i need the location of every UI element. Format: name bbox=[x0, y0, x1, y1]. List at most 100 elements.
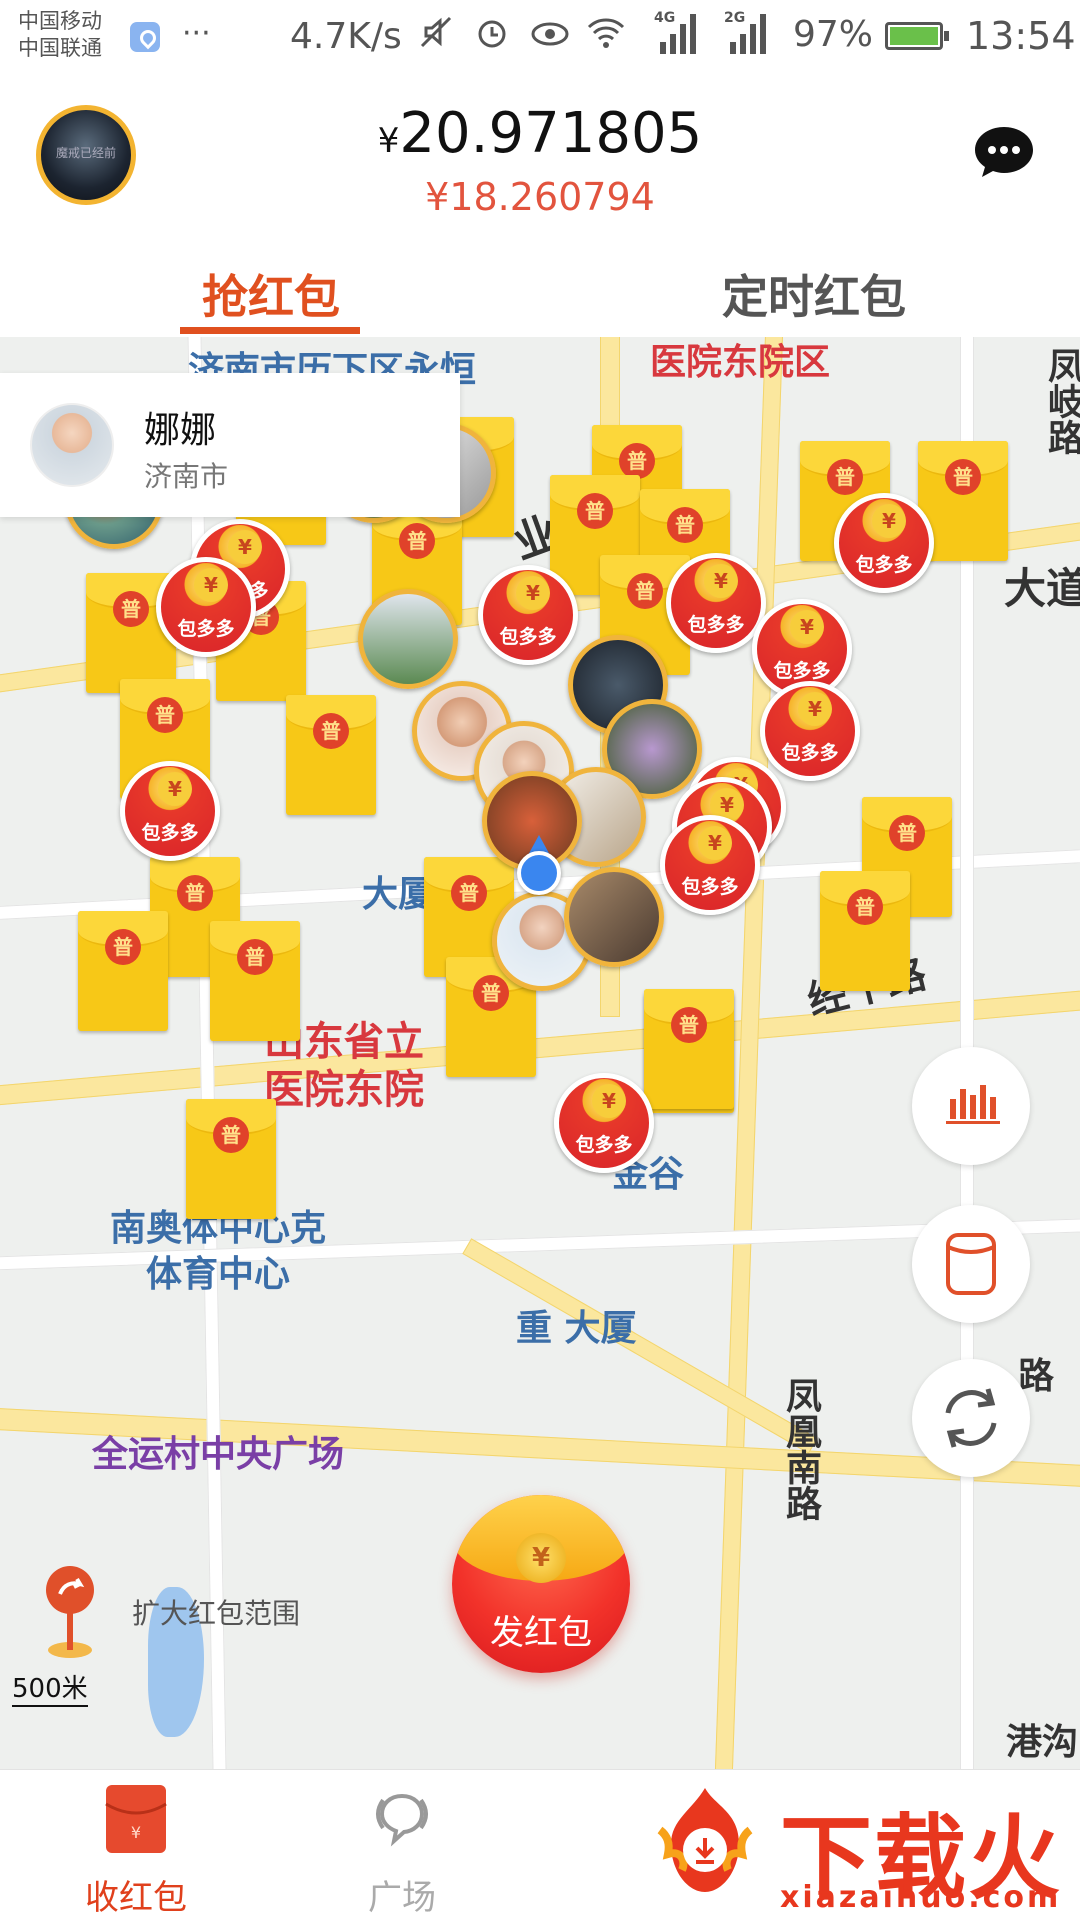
balance-value: 20.971805 bbox=[399, 101, 703, 166]
envelope-marker[interactable]: 普 bbox=[820, 871, 910, 991]
packet-marker[interactable]: ¥ 包多多 bbox=[666, 553, 766, 653]
nav-plaza[interactable]: 广场 bbox=[302, 1782, 502, 1919]
refresh-button[interactable] bbox=[912, 1359, 1030, 1477]
envelope-tag: 普 bbox=[667, 507, 703, 543]
packet-marker[interactable]: ¥ 包多多 bbox=[156, 557, 256, 657]
status-icons bbox=[418, 14, 625, 50]
coin-icon: ¥ bbox=[516, 576, 550, 610]
network-speed: 4.7K/s bbox=[290, 16, 402, 57]
packet-brand: 包多多 bbox=[773, 660, 831, 682]
send-button-label: 发红包 bbox=[490, 1613, 592, 1653]
envelope-marker[interactable]: 普 bbox=[78, 911, 168, 1031]
card-user-name: 娜娜 bbox=[144, 410, 217, 451]
send-red-packet-button[interactable]: ¥ 发红包 bbox=[452, 1495, 630, 1673]
envelope-tag: 普 bbox=[313, 713, 349, 749]
coin-icon: ¥ bbox=[872, 504, 906, 538]
signal-4g-icon: 4G bbox=[654, 10, 698, 54]
active-tab-indicator bbox=[180, 327, 360, 334]
packet-brand: 包多多 bbox=[177, 618, 235, 640]
cylinder-icon bbox=[946, 1233, 996, 1295]
clock: 13:54 bbox=[966, 14, 1076, 58]
layers-button[interactable] bbox=[912, 1205, 1030, 1323]
coin-icon: ¥ bbox=[194, 568, 228, 602]
coin-icon: ¥ bbox=[798, 692, 832, 726]
envelope-tag: 普 bbox=[619, 443, 655, 479]
speech-waves-icon bbox=[369, 1782, 435, 1856]
envelope-tag: 普 bbox=[889, 815, 925, 851]
packet-marker[interactable]: ¥ 包多多 bbox=[120, 761, 220, 861]
carrier-names: 中国移动 中国联通 bbox=[18, 8, 102, 62]
carrier-2: 中国联通 bbox=[18, 36, 102, 60]
packet-brand: 包多多 bbox=[781, 742, 839, 764]
map-label: 体育中心 bbox=[146, 1254, 291, 1295]
tab-grab-packets[interactable]: 抢红包 bbox=[202, 261, 340, 327]
balance-total: ¥20.971805 bbox=[0, 101, 1080, 166]
coin-icon: ¥ bbox=[158, 772, 192, 806]
nav-label: 广场 bbox=[368, 1878, 436, 1918]
envelope-tag: 普 bbox=[105, 929, 141, 965]
envelope-tag: 普 bbox=[237, 939, 273, 975]
packet-marker[interactable]: ¥ 包多多 bbox=[834, 493, 934, 593]
tab-timed-packets[interactable]: 定时红包 bbox=[722, 261, 906, 327]
envelope-tag: 普 bbox=[827, 459, 863, 495]
watermark-url: xiazaihuo.com bbox=[780, 1880, 1062, 1915]
current-location-dot bbox=[517, 851, 561, 895]
flame-logo-icon bbox=[640, 1780, 770, 1900]
envelope-tag: 普 bbox=[473, 975, 509, 1011]
alarm-icon bbox=[474, 14, 510, 50]
envelope-tag: 普 bbox=[945, 459, 981, 495]
status-bar: 中国移动 中国联通 ··· 4.7K/s 4G 2G 97% 13:54 bbox=[0, 0, 1080, 75]
map-label: 医院东院 bbox=[264, 1067, 424, 1113]
packet-brand: 包多多 bbox=[575, 1134, 633, 1156]
wallet-header: 魔戒已经前 ¥20.971805 ¥18.260794 bbox=[0, 75, 1080, 245]
map-label: 凤凰南路 bbox=[780, 1377, 821, 1521]
nav-receive-packets[interactable]: ¥ 收红包 bbox=[36, 1782, 236, 1919]
envelope-marker[interactable]: 普 bbox=[644, 989, 734, 1109]
user-marker[interactable] bbox=[564, 867, 664, 967]
packet-marker[interactable]: ¥ 包多多 bbox=[760, 681, 860, 781]
packet-marker[interactable]: ¥ 包多多 bbox=[554, 1073, 654, 1173]
mute-icon bbox=[418, 14, 454, 50]
refresh-icon bbox=[945, 1388, 997, 1448]
map-label: 医院东院区 bbox=[650, 342, 831, 383]
net-type-4g: 4G bbox=[654, 10, 676, 26]
battery-icon bbox=[885, 22, 949, 50]
currency-symbol: ¥ bbox=[377, 121, 400, 161]
chat-bubble-icon[interactable] bbox=[972, 125, 1036, 179]
envelope-marker[interactable]: 普 bbox=[210, 921, 300, 1041]
signal-2g-icon: 2G bbox=[724, 10, 768, 54]
expand-range-label[interactable]: 扩大红包范围 bbox=[132, 1592, 300, 1632]
packet-marker[interactable]: ¥ 包多多 bbox=[478, 565, 578, 665]
packet-brand: 包多多 bbox=[499, 626, 557, 648]
envelope-tag: 普 bbox=[627, 573, 663, 609]
expand-range-pin-icon[interactable] bbox=[42, 1562, 98, 1662]
location-status-icon bbox=[130, 22, 160, 52]
user-info-card[interactable]: 娜娜 济南市 bbox=[0, 373, 460, 517]
coin-icon: ¥ bbox=[704, 564, 738, 598]
tab-bar: 抢红包 定时红包 bbox=[0, 245, 1080, 337]
wifi-icon bbox=[586, 14, 625, 50]
map-label: 全运村中央广场 bbox=[92, 1434, 345, 1475]
envelope-tag: 普 bbox=[847, 889, 883, 925]
envelope-marker[interactable]: 普 bbox=[186, 1099, 276, 1219]
card-user-city: 济南市 bbox=[144, 460, 229, 493]
user-marker[interactable] bbox=[358, 589, 458, 689]
packet-brand: 包多多 bbox=[681, 876, 739, 898]
stats-button[interactable] bbox=[912, 1047, 1030, 1165]
bar-chart-icon bbox=[946, 1085, 1000, 1124]
coin-icon: ¥ bbox=[698, 826, 732, 860]
map-label: 凤岐路 bbox=[1042, 347, 1080, 455]
map-scale: 500米 bbox=[12, 1668, 88, 1707]
map-label: 港沟 bbox=[1006, 1722, 1079, 1763]
packet-marker[interactable]: ¥ 包多多 bbox=[660, 815, 760, 915]
coin-icon: ¥ bbox=[516, 1533, 566, 1583]
watermark: 下载火 xiazaihuo.com bbox=[640, 1780, 1080, 1920]
envelope-tag: 普 bbox=[177, 875, 213, 911]
battery-percent: 97% bbox=[793, 14, 874, 55]
envelope-marker[interactable]: 普 bbox=[286, 695, 376, 815]
red-envelope-icon: ¥ bbox=[103, 1782, 169, 1856]
app-root: 中国移动 中国联通 ··· 4.7K/s 4G 2G 97% 13:54 魔戒已… bbox=[0, 0, 1080, 1920]
packet-brand: 包多多 bbox=[687, 614, 745, 636]
net-type-2g: 2G bbox=[724, 10, 746, 26]
carrier-1: 中国移动 bbox=[18, 9, 102, 33]
